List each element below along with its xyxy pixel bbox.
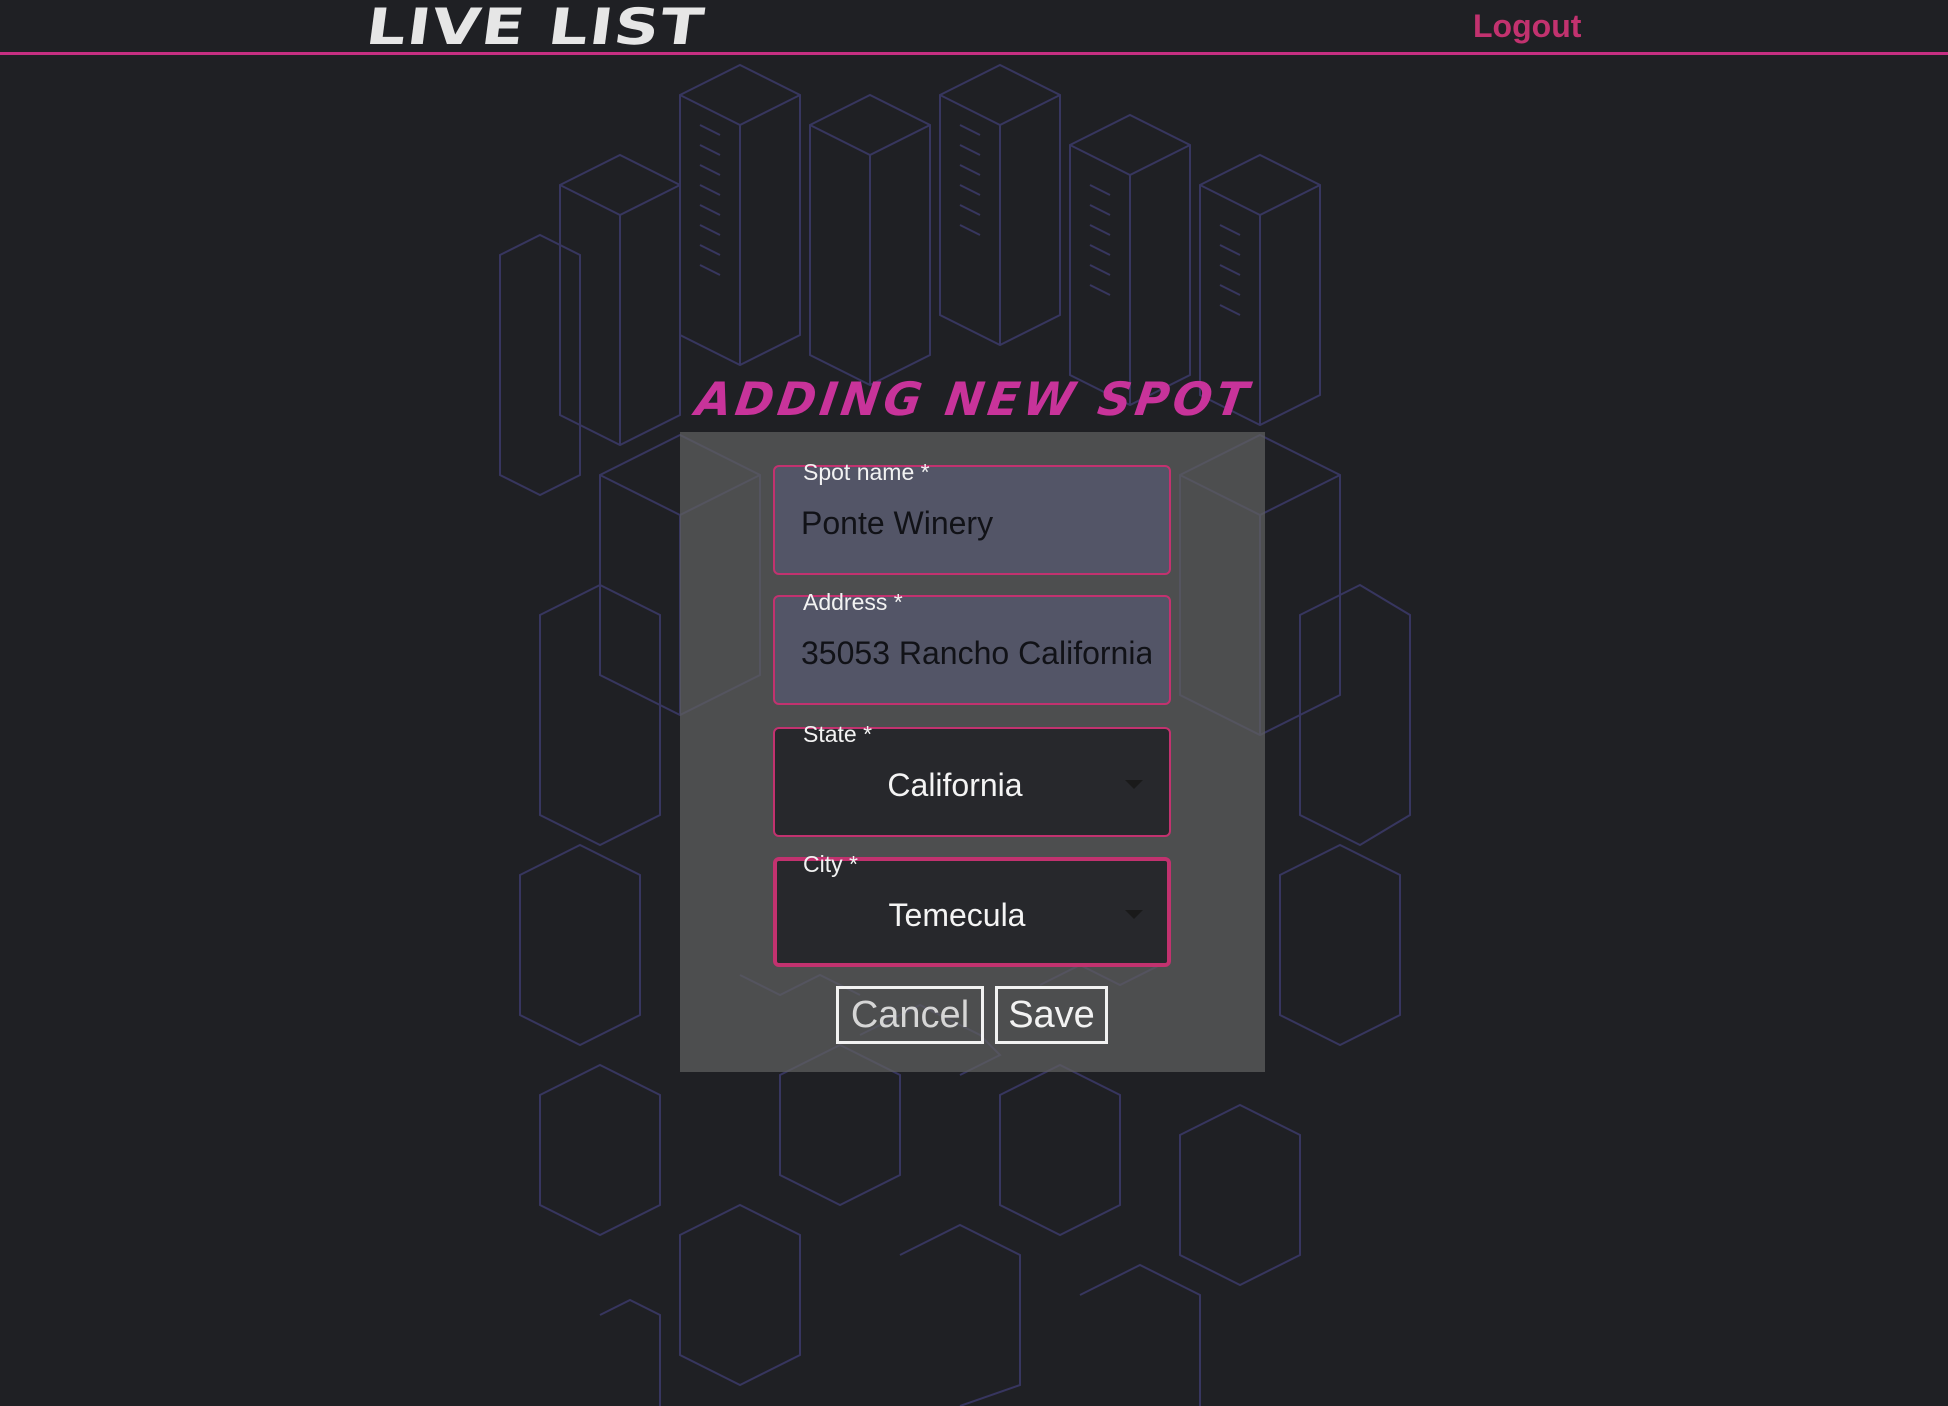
city-label: City * (803, 851, 858, 877)
app-logo[interactable]: LIVE LIST (363, 0, 709, 56)
state-label: State * (803, 721, 873, 747)
top-nav-bar: LIVE LIST Logout (0, 0, 1948, 56)
cancel-button[interactable]: Cancel (836, 986, 984, 1044)
spot-name-input[interactable]: Ponte Winery (801, 503, 1151, 543)
address-input[interactable]: 35053 Rancho California Road (801, 633, 1151, 673)
state-select[interactable]: State * California (773, 721, 1171, 837)
spot-name-field[interactable]: Spot name * Ponte Winery (773, 459, 1171, 575)
state-selected-value[interactable]: California (775, 765, 1135, 805)
city-selected-value[interactable]: Temecula (777, 895, 1137, 935)
logout-link[interactable]: Logout (1473, 8, 1581, 45)
caret-down-icon[interactable] (1125, 780, 1143, 789)
city-select[interactable]: City * Temecula (773, 851, 1171, 967)
save-button[interactable]: Save (995, 986, 1108, 1044)
page-title: ADDING NEW SPOT (692, 372, 1256, 426)
address-field[interactable]: Address * 35053 Rancho California Road (773, 589, 1171, 705)
caret-down-icon[interactable] (1125, 910, 1143, 919)
spot-name-label: Spot name * (803, 459, 930, 485)
address-label: Address * (803, 589, 903, 615)
